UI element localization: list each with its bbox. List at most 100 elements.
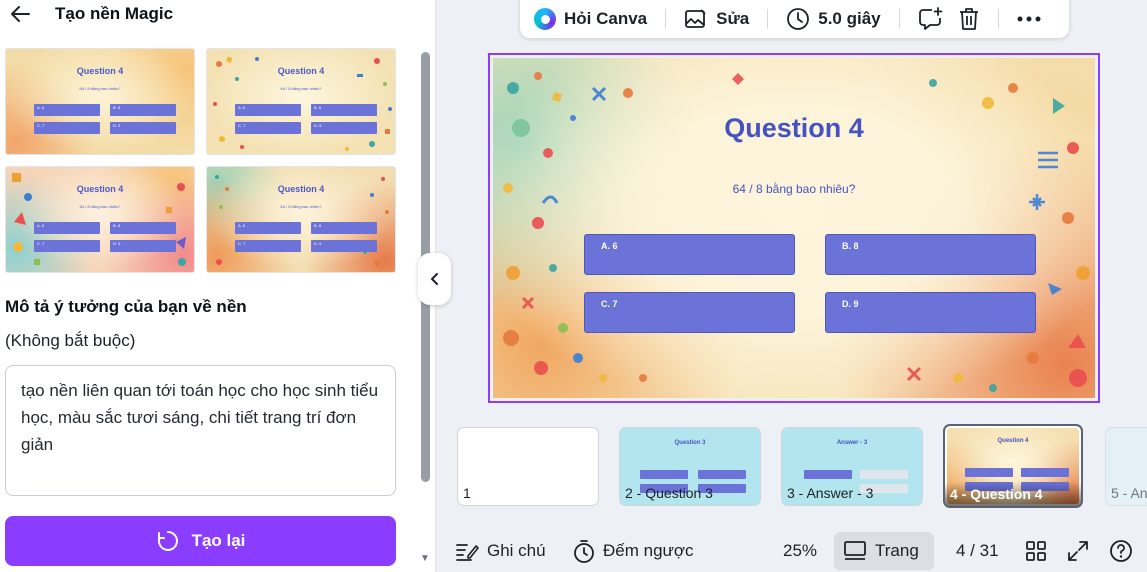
page-thumbnail-3[interactable]: Answer - 3 3 - Answer - 3	[781, 427, 923, 506]
slide-canvas[interactable]: Question 4 64 / 8 bằng bao nhiêu? A. 6 B…	[493, 58, 1095, 398]
edit-label: Sửa	[716, 9, 750, 28]
page-view-button[interactable]: Trang	[843, 530, 919, 572]
page-label: 4 - Question 4	[950, 486, 1043, 502]
scroll-down-arrow-icon[interactable]: ▼	[420, 553, 430, 564]
background-option-3[interactable]: Question 4 64 / 8 bằng bao nhiêu? A. 6 B…	[5, 166, 195, 273]
grid-view-button[interactable]	[1025, 530, 1047, 572]
ask-canva-button[interactable]: Hỏi Canva	[534, 8, 647, 30]
slide-question[interactable]: 64 / 8 bằng bao nhiêu?	[493, 182, 1095, 196]
edit-image-icon	[685, 9, 706, 28]
clock-icon	[787, 8, 810, 30]
timer-button[interactable]: Đếm ngược	[573, 530, 694, 572]
back-button[interactable]	[8, 2, 32, 26]
slide-selection-frame[interactable]: Question 4 64 / 8 bằng bao nhiêu? A. 6 B…	[488, 53, 1100, 403]
delete-button[interactable]	[958, 7, 980, 31]
page-thumbnail-4-selected[interactable]: Question 4 4 - Question 4	[943, 424, 1083, 508]
thumb-answer: B. 8	[311, 222, 377, 234]
thumb-title: Question 4	[277, 66, 325, 76]
divider	[665, 9, 667, 29]
answer-box-d[interactable]: D. 9	[825, 292, 1036, 333]
mini-answer	[965, 468, 1013, 477]
divider	[898, 9, 900, 29]
answer-box-c[interactable]: C. 7	[584, 292, 795, 333]
optional-label: (Không bắt buộc)	[5, 331, 136, 350]
bottom-bar: Ghi chú Đếm ngược 25% Trang 4 / 31	[437, 530, 1147, 572]
divider	[767, 9, 769, 29]
panel-scrollbar[interactable]: ▼	[419, 48, 431, 568]
duration-label: 5.0 giây	[818, 9, 881, 28]
grid-icon	[1026, 541, 1046, 561]
mini-answer	[698, 470, 746, 479]
more-options-button[interactable]	[1017, 16, 1041, 22]
timer-label: Đếm ngược	[603, 541, 694, 560]
answer-label: C. 7	[601, 299, 618, 309]
thumb-answer: D. 9	[311, 240, 377, 252]
thumb-title: Question 4	[277, 184, 325, 194]
thumb-subtitle: 64 / 8 bằng bao nhiêu?	[79, 204, 121, 209]
thumb-answer: D. 9	[311, 122, 377, 134]
page-view-label: Trang	[875, 541, 919, 560]
page-mini-title: Question 3	[674, 440, 706, 446]
mini-answer	[640, 470, 688, 479]
mini-answer	[804, 470, 852, 479]
fullscreen-button[interactable]	[1067, 530, 1089, 572]
background-option-2[interactable]: Question 4 64 / 8 bằng bao nhiêu? A. 6 B…	[206, 48, 396, 155]
answer-box-b[interactable]: B. 8	[825, 234, 1036, 275]
slide-title[interactable]: Question 4	[493, 113, 1095, 144]
page-thumbnail-2[interactable]: Question 3 2 - Question 3	[619, 427, 761, 506]
thumb-answer: A. 6	[34, 222, 100, 234]
page-counter-value: 4 / 31	[956, 541, 999, 560]
regenerate-button[interactable]: Tạo lại	[5, 516, 396, 566]
duration-button[interactable]: 5.0 giây	[786, 7, 881, 31]
thumb-answer: B. 8	[311, 104, 377, 116]
thumb-answer: C. 7	[34, 122, 100, 134]
help-button[interactable]	[1109, 530, 1133, 572]
page-filmstrip: 1 Question 3 2 - Question 3 Answer - 3 3…	[455, 424, 1147, 508]
thumb-answer: A. 6	[235, 222, 301, 234]
element-toolbar: Hỏi Canva Sửa 5.0 giây	[520, 0, 1069, 38]
divider	[997, 9, 999, 29]
thumb-answer: D. 9	[110, 122, 176, 134]
prompt-textarea[interactable]: tạo nền liên quan tới toán học cho học s…	[5, 365, 396, 496]
background-option-1[interactable]: Question 4 64 / 8 bằng bao nhiêu? A. 6 B…	[5, 48, 195, 155]
thumb-answer: C. 7	[235, 240, 301, 252]
refresh-icon	[157, 531, 178, 551]
panel-title: Tạo nền Magic	[55, 4, 174, 23]
edit-button[interactable]: Sửa	[684, 8, 749, 30]
page-view-icon	[844, 541, 866, 560]
thumb-subtitle: 64 / 8 bằng bao nhiêu?	[280, 86, 322, 91]
answer-label: A. 6	[601, 241, 618, 251]
page-counter[interactable]: 4 / 31	[956, 530, 999, 572]
canva-assistant-icon	[534, 8, 556, 30]
page-thumbnail-5[interactable]: 5 - Ans	[1105, 427, 1147, 506]
thumb-title: Question 4	[76, 184, 124, 194]
notes-icon	[456, 544, 479, 561]
zoom-value: 25%	[783, 541, 818, 560]
answer-box-a[interactable]: A. 6	[584, 234, 795, 275]
stopwatch-icon	[574, 540, 594, 563]
thumb-answer: C. 7	[34, 240, 100, 252]
zoom-level[interactable]: 25%	[783, 530, 817, 572]
thumb-answer: A. 6	[34, 104, 100, 116]
expand-icon	[1068, 541, 1088, 561]
shapes-decoration	[12, 173, 186, 266]
thumb-subtitle: 64 / 8 bằng bao nhiêu?	[79, 86, 121, 91]
thumb-answer: B. 8	[110, 104, 176, 116]
notes-button[interactable]: Ghi chú	[455, 530, 546, 572]
trash-icon	[959, 8, 978, 30]
background-option-4[interactable]: Question 4 64 / 8 bằng bao nhiêu? A. 6 B…	[206, 166, 396, 273]
page-thumbnail-1[interactable]: 1	[457, 427, 599, 506]
chevron-left-icon	[430, 273, 438, 285]
regenerate-label: Tạo lại	[191, 531, 246, 550]
page-mini-title: Answer - 3	[836, 440, 868, 446]
mini-answer	[1021, 468, 1069, 477]
answer-label: D. 9	[842, 299, 859, 309]
dots-decoration	[215, 175, 389, 266]
comment-add-icon	[918, 7, 943, 30]
add-comment-button[interactable]	[918, 7, 944, 31]
description-label: Mô tả ý tưởng của bạn về nền	[5, 297, 247, 316]
page-label: 1	[463, 485, 471, 501]
magic-background-panel: Tạo nền Magic Question 4 64 / 8 bằng bao…	[0, 0, 436, 572]
collapse-panel-button[interactable]	[418, 253, 451, 305]
ask-canva-label: Hỏi Canva	[564, 9, 648, 28]
